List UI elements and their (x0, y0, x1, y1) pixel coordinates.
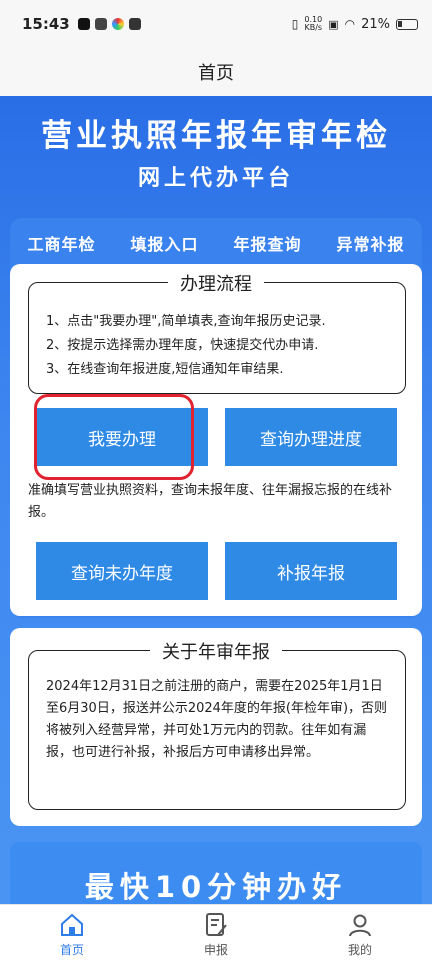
bottom-nav: 首页 申报 我的 (0, 904, 432, 964)
banner-title: 营业执照年报年审年检 (41, 118, 391, 154)
process-step-2: 2、按提示选择需办理年度，快速提交代办申请. (46, 338, 319, 353)
highlight-ring (34, 394, 194, 480)
nav-home[interactable]: 首页 (0, 905, 144, 964)
tab-business-inspection[interactable]: 工商年检 (27, 231, 95, 255)
about-title: 关于年审年报 (150, 642, 282, 663)
speed-unit: KB/s (304, 23, 323, 32)
nav-mine[interactable]: 我的 (288, 905, 432, 964)
about-text: 2024年12月31日之前注册的商户，需要在2025年1月1日至6月30日，报送… (46, 679, 388, 760)
tab-abnormal-supplement[interactable]: 异常补报 (336, 231, 404, 255)
tab-bar: 工商年检 填报入口 年报查询 异常补报 (10, 226, 422, 260)
link-app-icon (94, 18, 107, 30)
promo-text: 最快10分钟办好 (84, 870, 348, 904)
nav-home-label: 首页 (59, 943, 84, 957)
color-app-icon (111, 18, 124, 30)
status-time: 15:43 (22, 15, 70, 33)
nav-apply[interactable]: 申报 (144, 905, 288, 964)
page-title: 首页 (0, 48, 432, 96)
about-title-wrap: 关于年审年报 (0, 638, 432, 664)
filing-description: 准确填写营业执照资料，查询未报年度、往年漏报忘报的在线补报。 (28, 483, 393, 520)
status-right: ▯ 0.10 KB/s ▣ ◠ 21% (292, 16, 418, 32)
notification-icons (77, 18, 141, 30)
banner-subtitle: 网上代办平台 (137, 166, 294, 191)
wifi-icon: ◠ (344, 17, 356, 31)
process-title: 办理流程 (168, 274, 264, 295)
query-unfiled-button[interactable]: 查询未办年度 (36, 542, 208, 600)
edit-document-icon (206, 913, 227, 936)
nav-mine-label: 我的 (347, 943, 372, 957)
nfc-icon: ▣ (328, 17, 339, 31)
tab-report-query[interactable]: 年报查询 (233, 231, 301, 255)
message-icon (128, 18, 141, 30)
process-title-wrap: 办理流程 (0, 270, 432, 296)
nav-apply-label: 申报 (203, 943, 228, 957)
tab-filing-entry[interactable]: 填报入口 (130, 231, 198, 255)
query-progress-button[interactable]: 查询办理进度 (225, 408, 397, 466)
tiktok-icon (77, 18, 90, 30)
network-speed: 0.10 KB/s (304, 16, 322, 32)
user-icon (349, 914, 371, 937)
status-bar: 15:43 ▯ 0.10 KB/s ▣ ◠ 21% (0, 0, 432, 48)
home-icon (61, 913, 83, 936)
vibrate-icon: ▯ (291, 17, 299, 31)
supplement-report-button[interactable]: 补报年报 (225, 542, 397, 600)
process-step-3: 3、在线查询年报进度,短信通知年审结果. (46, 362, 284, 377)
process-step-1: 1、点击"我要办理",简单填表,查询年报历史记录. (46, 314, 326, 329)
battery-icon (396, 18, 418, 30)
battery-percent: 21% (361, 16, 390, 32)
